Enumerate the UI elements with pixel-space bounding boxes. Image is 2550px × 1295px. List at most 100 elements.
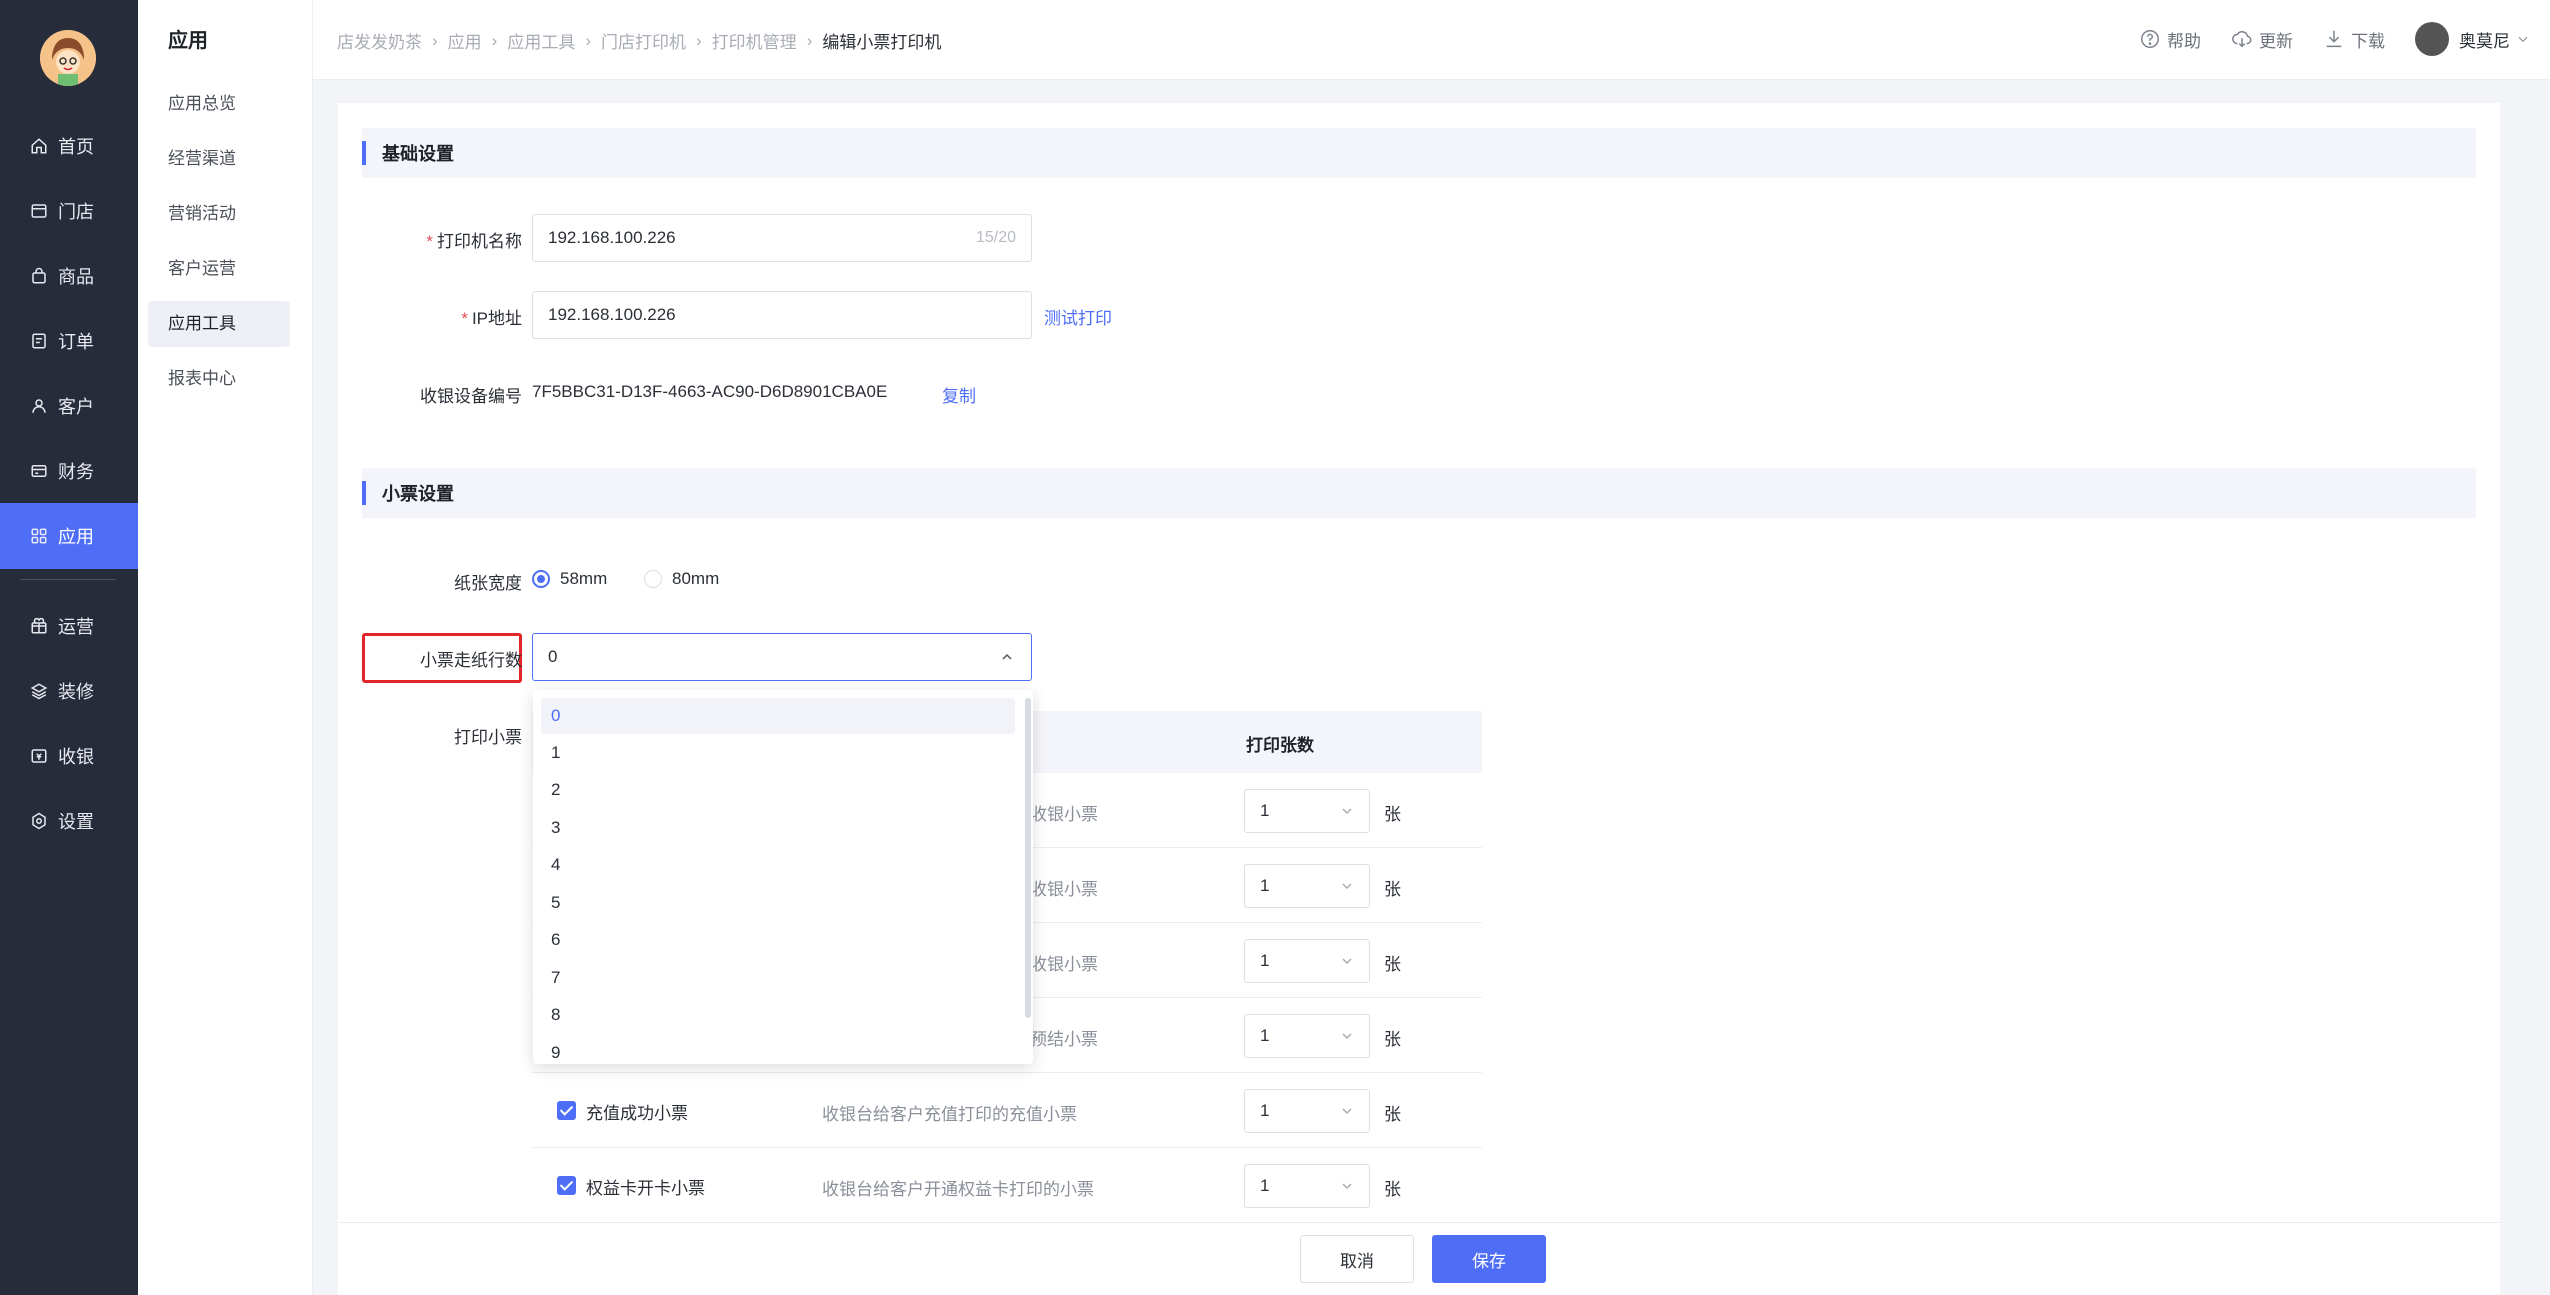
submenu-item-marketing[interactable]: 营销活动 — [148, 191, 290, 237]
dropdown-option[interactable]: 5 — [541, 885, 1015, 921]
nav-label: 应用 — [58, 527, 94, 547]
radio-80mm[interactable]: 80mm — [644, 569, 719, 589]
unit-label: 张 — [1384, 1180, 1401, 1199]
copies-select[interactable]: 1 — [1244, 864, 1370, 908]
copies-select[interactable]: 1 — [1244, 1089, 1370, 1133]
update-button[interactable]: 更新 — [2231, 27, 2293, 52]
copies-select[interactable]: 1 — [1244, 789, 1370, 833]
help-label: 帮助 — [2167, 31, 2201, 51]
store-icon — [31, 204, 47, 218]
feed-lines-label: 小票走纸行数 — [420, 651, 522, 670]
submenu-item-customer-ops[interactable]: 客户运营 — [148, 246, 290, 292]
checkbox[interactable] — [557, 1176, 576, 1195]
copy-link[interactable]: 复制 — [942, 382, 976, 407]
dropdown-option[interactable]: 2 — [541, 772, 1015, 808]
copies-select[interactable]: 1 — [1244, 1014, 1370, 1058]
radio-58mm[interactable]: 58mm — [532, 569, 607, 589]
nav-label: 门店 — [58, 202, 94, 222]
feed-lines-select[interactable]: 0 — [532, 633, 1032, 681]
section-basic: 基础设置 — [362, 128, 2476, 178]
user-menu[interactable]: 奥莫尼 — [2415, 22, 2530, 56]
ip-input[interactable]: 192.168.100.226 — [532, 291, 1032, 339]
nav-label: 订单 — [58, 332, 94, 352]
paper-width-label: 纸张宽度 — [454, 574, 522, 593]
row-desc: 收银小票 — [1030, 880, 1098, 899]
dropdown-option[interactable]: 4 — [541, 847, 1015, 883]
nav-item-decoration[interactable]: 装修 — [0, 658, 138, 724]
section-title: 基础设置 — [382, 144, 454, 164]
update-label: 更新 — [2259, 31, 2293, 51]
help-button[interactable]: 帮助 — [2139, 27, 2201, 52]
nav-item-customer[interactable]: 客户 — [0, 373, 138, 439]
unit-label: 张 — [1384, 880, 1401, 899]
user-icon — [32, 399, 46, 413]
copies-select[interactable]: 1 — [1244, 939, 1370, 983]
print-receipt-label: 打印小票 — [454, 728, 522, 747]
nav-label: 商品 — [58, 267, 94, 287]
printer-name-input[interactable]: 192.168.100.226 15/20 — [532, 214, 1032, 262]
breadcrumb-item[interactable]: 门店打印机 — [601, 28, 686, 53]
logo-avatar[interactable] — [40, 30, 96, 86]
nav-item-store[interactable]: 门店 — [0, 178, 138, 244]
bag-icon — [32, 267, 46, 284]
test-print-link[interactable]: 测试打印 — [1044, 304, 1112, 329]
help-icon — [2141, 30, 2159, 48]
dropdown-option[interactable]: 6 — [541, 922, 1015, 958]
chevron-right-icon: › — [806, 30, 813, 50]
submenu-item-reports[interactable]: 报表中心 — [148, 356, 290, 402]
submenu-item-tools[interactable]: 应用工具 — [148, 301, 290, 347]
section-title: 小票设置 — [382, 484, 454, 504]
dropdown-option[interactable]: 9 — [541, 1035, 1015, 1064]
dropdown-option[interactable]: 1 — [541, 735, 1015, 771]
chevron-right-icon: › — [491, 30, 498, 50]
save-button[interactable]: 保存 — [1432, 1235, 1546, 1283]
cancel-button[interactable]: 取消 — [1300, 1235, 1414, 1283]
breadcrumb-item[interactable]: 打印机管理 — [712, 28, 797, 53]
cloud-download-icon — [2232, 31, 2252, 48]
radio-dot — [532, 570, 550, 588]
nav-label: 首页 — [58, 137, 94, 157]
apps-icon — [31, 528, 47, 544]
nav-item-finance[interactable]: 财务 — [0, 438, 138, 504]
chevron-right-icon: › — [585, 30, 592, 50]
unit-label: 张 — [1384, 955, 1401, 974]
nav-item-cashier[interactable]: 收银 — [0, 723, 138, 789]
dropdown-option[interactable]: 8 — [541, 997, 1015, 1033]
breadcrumb-item[interactable]: 店发发奶茶 — [337, 28, 422, 53]
user-name: 奥莫尼 — [2459, 31, 2510, 51]
nav-item-settings[interactable]: 设置 — [0, 788, 138, 854]
cashier-icon — [31, 749, 47, 763]
dropdown-option[interactable]: 3 — [541, 810, 1015, 846]
breadcrumb: 店发发奶茶 › 应用 › 应用工具 › 门店打印机 › 打印机管理 › 编辑小票… — [337, 28, 941, 53]
checkbox[interactable] — [557, 1101, 576, 1120]
chevron-down-icon — [1342, 1183, 1352, 1190]
table-row: 权益卡开卡小票 收银台给客户开通权益卡打印的小票 1 张 — [532, 1148, 1482, 1223]
submenu-item-overview[interactable]: 应用总览 — [148, 81, 290, 127]
sub-menu: 应用 应用总览 经营渠道 营销活动 客户运营 应用工具 报表中心 — [138, 0, 313, 1295]
submenu-item-channels[interactable]: 经营渠道 — [148, 136, 290, 182]
section-receipt: 小票设置 — [362, 468, 2476, 518]
chevron-up-icon — [1002, 653, 1012, 660]
row-desc: 收银小票 — [1030, 955, 1098, 974]
nav-item-goods[interactable]: 商品 — [0, 243, 138, 309]
chevron-right-icon: › — [696, 30, 702, 50]
feed-lines-dropdown: 0 1 2 3 4 5 6 7 8 9 — [533, 690, 1033, 1064]
table-row: 充值成功小票 收银台给客户充值打印的充值小票 1 张 — [532, 1073, 1482, 1148]
dropdown-option[interactable]: 7 — [541, 960, 1015, 996]
nav-item-operation[interactable]: 运营 — [0, 593, 138, 659]
copies-select[interactable]: 1 — [1244, 1164, 1370, 1208]
nav-item-home[interactable]: 首页 — [0, 113, 138, 179]
breadcrumb-item[interactable]: 应用 — [448, 28, 482, 53]
dropdown-scrollbar[interactable] — [1025, 698, 1031, 1018]
nav-label: 设置 — [58, 812, 94, 832]
nav-divider — [20, 579, 116, 580]
device-id: 7F5BBC31-D13F-4663-AC90-D6D8901CBA0E — [532, 382, 888, 401]
nav-item-order[interactable]: 订单 — [0, 308, 138, 374]
unit-label: 张 — [1384, 1030, 1401, 1049]
nav-item-apps[interactable]: 应用 — [0, 503, 138, 569]
nav-label: 客户 — [58, 397, 94, 417]
breadcrumb-item[interactable]: 应用工具 — [507, 28, 575, 53]
char-count: 15/20 — [975, 229, 1016, 246]
dropdown-option[interactable]: 0 — [541, 698, 1015, 734]
download-button[interactable]: 下载 — [2323, 27, 2385, 52]
